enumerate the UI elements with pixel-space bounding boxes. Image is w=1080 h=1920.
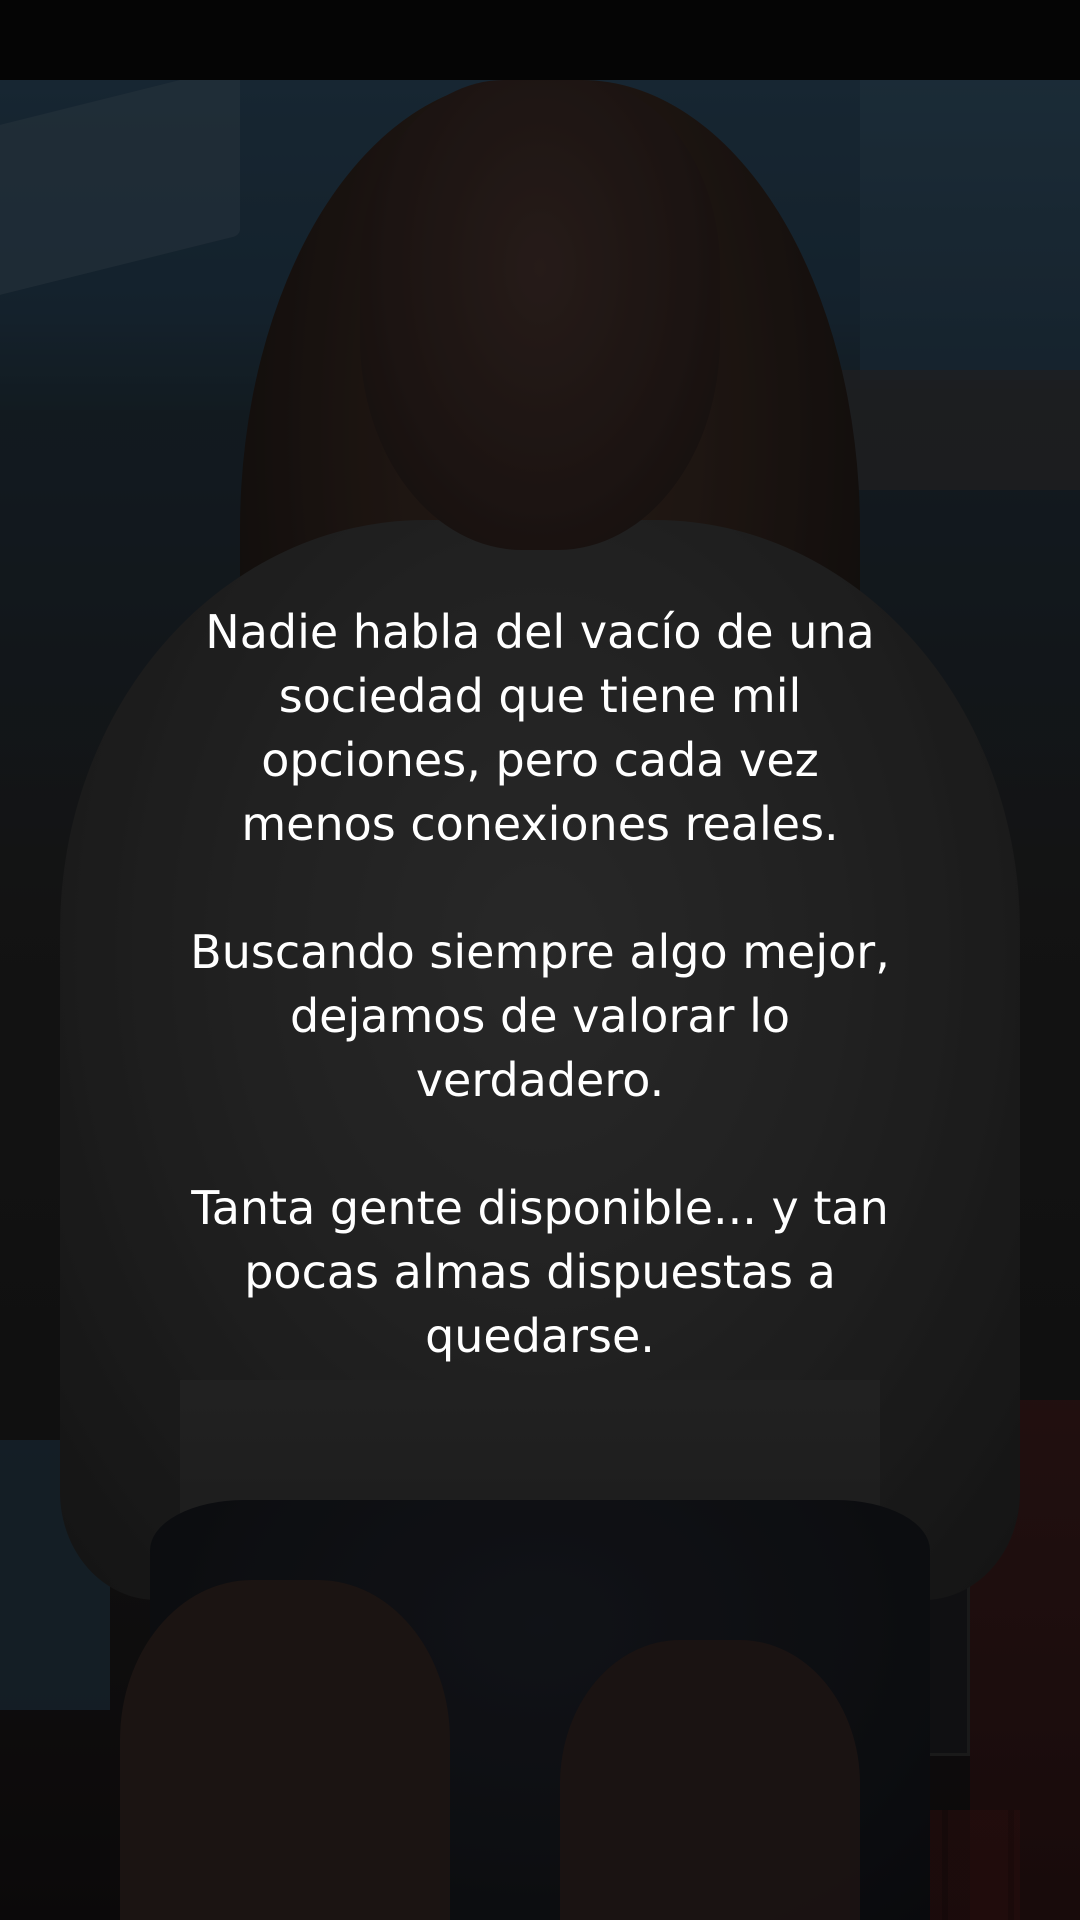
caption-paragraph: Nadie habla del vacío de una sociedad qu…: [90, 600, 990, 856]
top-bar: [0, 0, 1080, 80]
caption-line: quedarse.: [425, 1309, 655, 1363]
caption-line: pocas almas dispuestas a: [244, 1245, 836, 1299]
caption-line: dejamos de valorar lo: [289, 989, 791, 1043]
caption-paragraph: Buscando siempre algo mejor, dejamos de …: [90, 920, 990, 1112]
caption-line: Tanta gente disponible... y tan: [191, 1181, 889, 1235]
caption-line: sociedad que tiene mil: [278, 669, 802, 723]
caption-overlay: Nadie habla del vacío de una sociedad qu…: [90, 600, 990, 1368]
caption-line: menos conexiones reales.: [241, 797, 839, 851]
caption-paragraph: Tanta gente disponible... y tan pocas al…: [90, 1176, 990, 1368]
video-frame[interactable]: Nadie habla del vacío de una sociedad qu…: [0, 0, 1080, 1920]
caption-line: Buscando siempre algo mejor,: [190, 925, 890, 979]
caption-line: verdadero.: [415, 1053, 665, 1107]
caption-line: opciones, pero cada vez: [261, 733, 819, 787]
caption-line: Nadie habla del vacío de una: [205, 605, 875, 659]
